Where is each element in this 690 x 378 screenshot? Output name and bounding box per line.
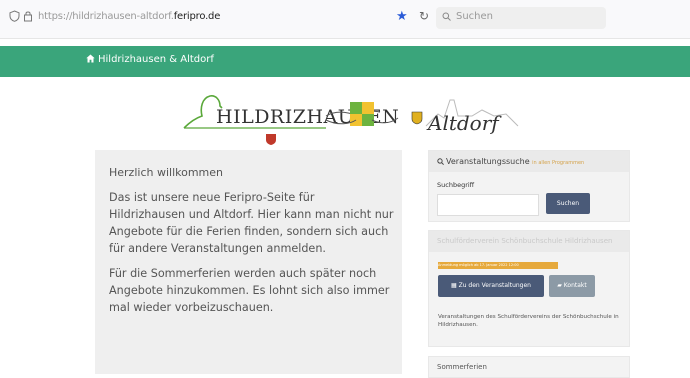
search-panel-title-text: Veranstaltungssuche [446,157,530,166]
welcome-title: Herzlich willkommen [109,166,224,179]
summer-holidays-title[interactable]: Sommerferien [437,363,487,371]
url-bar[interactable]: https://hildrizhausen-altdorf.feripro.de [38,11,220,22]
contact-button[interactable]: ▰ Kontakt [549,275,595,297]
calendar-icon: ▦ [451,282,459,289]
summer-holidays-panel: Sommerferien [428,356,630,378]
search-term-label: Suchbegriff [437,181,475,189]
welcome-paragraph-2: Für die Sommerferien werden auch später … [109,267,390,314]
url-prefix: https://hildrizhausen-altdorf. [38,11,174,22]
organizer-panel: Schulförderverein Schönbuchschule Hildri… [428,230,630,347]
view-events-button[interactable]: ▦ Zu den Veranstaltungen [438,275,544,297]
registration-badge: Anmeldung möglich ab 17. Januar 2022 12:… [438,262,558,269]
nav-home-link[interactable]: Hildrizhausen & Altdorf [86,54,214,65]
nav-brand-label: Hildrizhausen & Altdorf [98,54,214,65]
organizer-title[interactable]: Schulförderverein Schönbuchschule Hildri… [437,237,612,245]
logo-right-name: Altdorf [426,111,502,135]
welcome-paragraph-1: Das ist unsere neue Feripro-Seite für Hi… [109,191,394,255]
event-search-panel: Veranstaltungssuche in allen Programmen … [428,150,630,222]
bookmark-star-icon[interactable]: ★ [396,9,408,24]
site-logo: HILDRIZHAUSEN Altdorf [183,95,519,145]
search-button[interactable]: Suchen [546,193,590,214]
welcome-panel: Herzlich willkommen Das ist unsere neue … [95,150,402,374]
reload-icon[interactable]: ↻ [419,9,429,23]
view-events-label: Zu den Veranstaltungen [458,282,531,289]
contact-label: Kontakt [563,282,587,289]
search-term-input[interactable] [437,194,539,216]
browser-toolbar: https://hildrizhausen-altdorf.feripro.de… [0,0,690,39]
lock-icon[interactable] [23,10,33,22]
search-panel-subtitle: in allen Programmen [532,160,585,166]
search-panel-title: Veranstaltungssuche in allen Programmen [437,157,584,166]
browser-search-input[interactable]: Suchen [436,7,606,29]
browser-search-placeholder: Suchen [456,11,494,22]
shield-icon[interactable] [9,10,20,22]
search-icon [442,12,451,21]
url-domain: feripro.de [173,11,221,22]
search-icon [437,158,444,165]
home-icon [86,54,95,63]
site-navbar: Hildrizhausen & Altdorf [0,46,690,77]
organizer-description: Veranstaltungen des Schulfördervereins d… [438,314,619,328]
